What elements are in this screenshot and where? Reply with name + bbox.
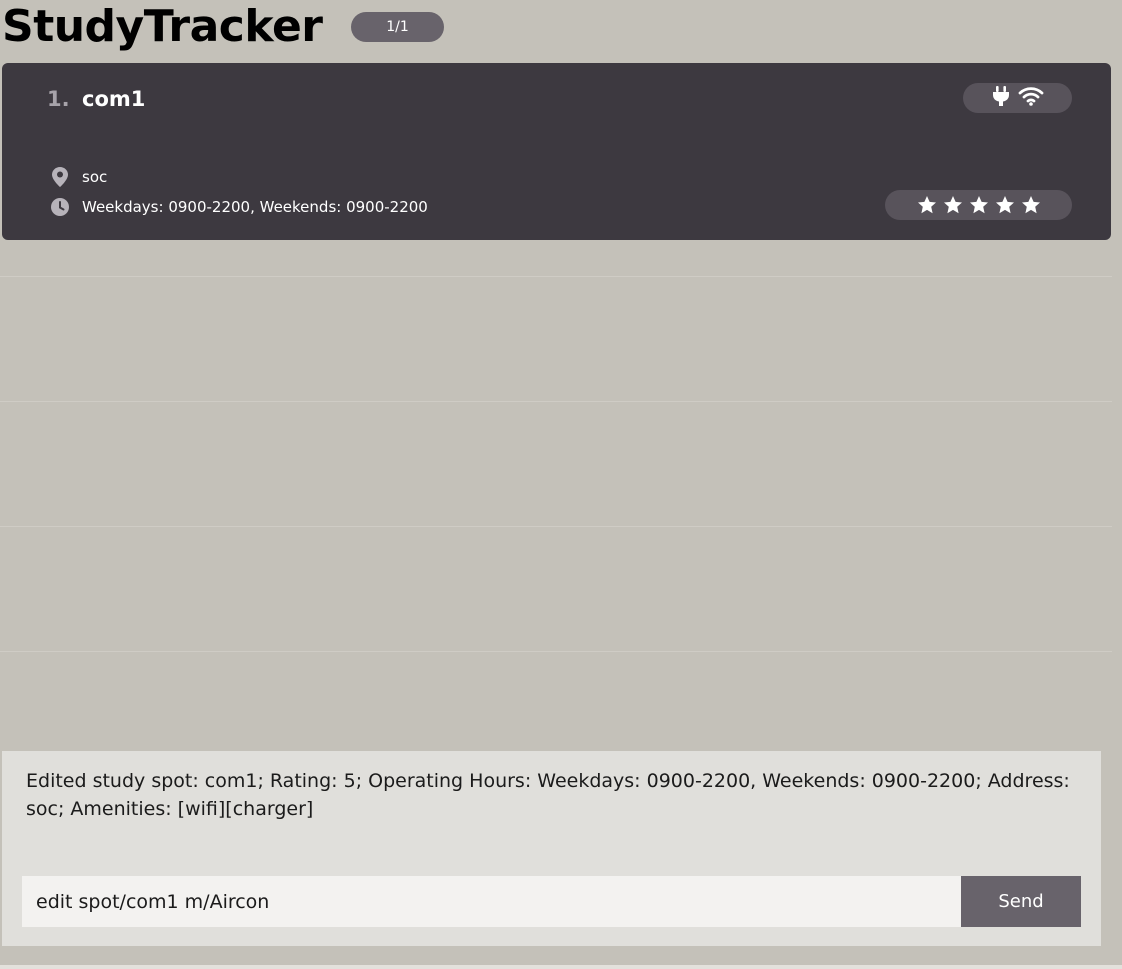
star-icon [995,196,1014,214]
star-icon [969,196,988,214]
amenity-badge [963,83,1072,113]
star-icon [917,196,936,214]
list-divider [0,401,1112,402]
study-spot-card[interactable]: 1. com1 soc Weekdays: 0900-2200, Weekend… [2,63,1111,240]
study-tracker-window: StudyTracker 1/1 1. com1 soc Weekdays: 0… [0,0,1122,969]
list-divider [0,526,1112,527]
location-pin-icon [50,167,70,187]
star-icon [1021,196,1040,214]
list-divider [0,276,1112,277]
result-message: Edited study spot: com1; Rating: 5; Oper… [26,770,1070,820]
spot-address: soc [82,168,108,186]
charger-icon [992,85,1010,111]
page-indicator: 1/1 [351,12,444,42]
rating-badge [885,190,1072,220]
spot-index: 1. [47,87,70,111]
command-input[interactable] [22,876,962,927]
clock-icon [50,197,70,217]
send-button[interactable]: Send [961,876,1081,927]
bottom-strip [0,965,1122,969]
app-title: StudyTracker [2,1,323,52]
spot-name: com1 [82,87,146,111]
star-icon [943,196,962,214]
hours-row: Weekdays: 0900-2200, Weekends: 0900-2200 [50,197,428,217]
spot-hours: Weekdays: 0900-2200, Weekends: 0900-2200 [82,198,428,216]
address-row: soc [50,167,107,187]
result-panel: Edited study spot: com1; Rating: 5; Oper… [2,751,1101,946]
wifi-icon [1018,86,1044,110]
list-divider [0,651,1112,652]
